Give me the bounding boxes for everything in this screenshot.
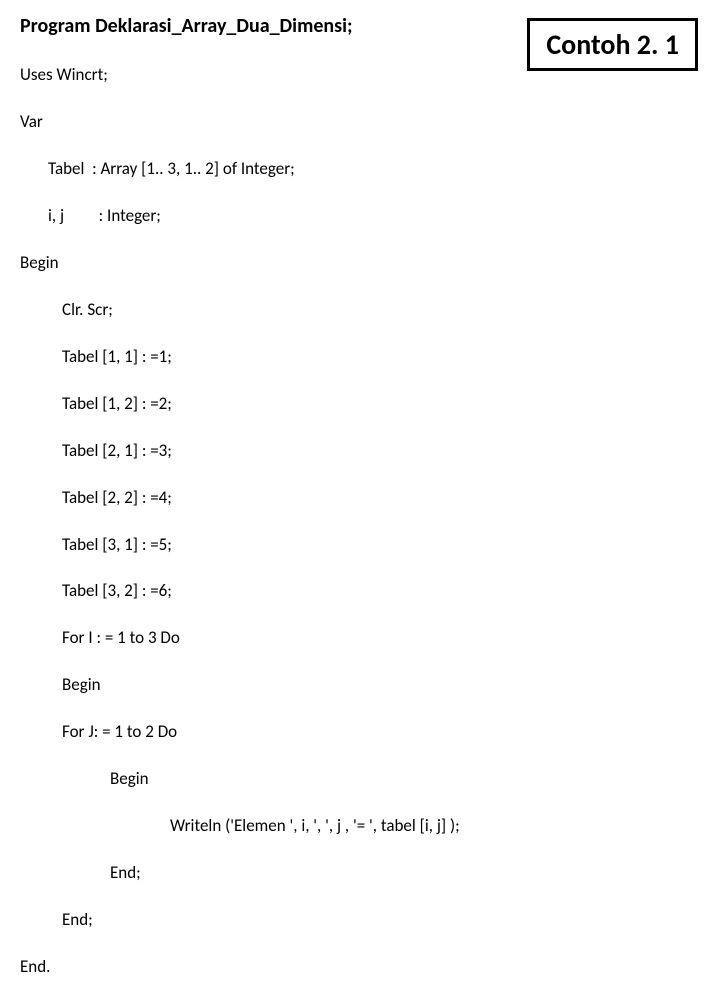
code-line: Tabel [2, 1] : =3; [20,439,700,462]
code-line: End. [20,955,700,978]
code-line: Tabel [1, 2] : =2; [20,392,700,415]
code-block: Uses Wincrt; Var Tabel : Array [1.. 3, 1… [20,40,700,1002]
code-line: Tabel [3, 1] : =5; [20,533,700,556]
code-line: Tabel [2, 2] : =4; [20,486,700,509]
code-line: For J: = 1 to 2 Do [20,720,700,743]
code-line: Begin [20,251,700,274]
code-line: Tabel [1, 1] : =1; [20,345,700,368]
code-line: Tabel [3, 2] : =6; [20,579,700,602]
code-line: For I : = 1 to 3 Do [20,626,700,649]
example-callout: Contoh 2. 1 [527,18,698,71]
code-line: Begin [20,767,700,790]
code-line: Writeln ('Elemen ', i, ', ', j , '= ', t… [20,814,700,837]
code-line: Clr. Scr; [20,298,700,321]
code-line: End; [20,861,700,884]
code-line: Tabel : Array [1.. 3, 1.. 2] of Integer; [20,157,700,180]
code-line: Var [20,110,700,133]
code-line: i, j : Integer; [20,204,700,227]
code-line: End; [20,908,700,931]
code-line: Begin [20,673,700,696]
